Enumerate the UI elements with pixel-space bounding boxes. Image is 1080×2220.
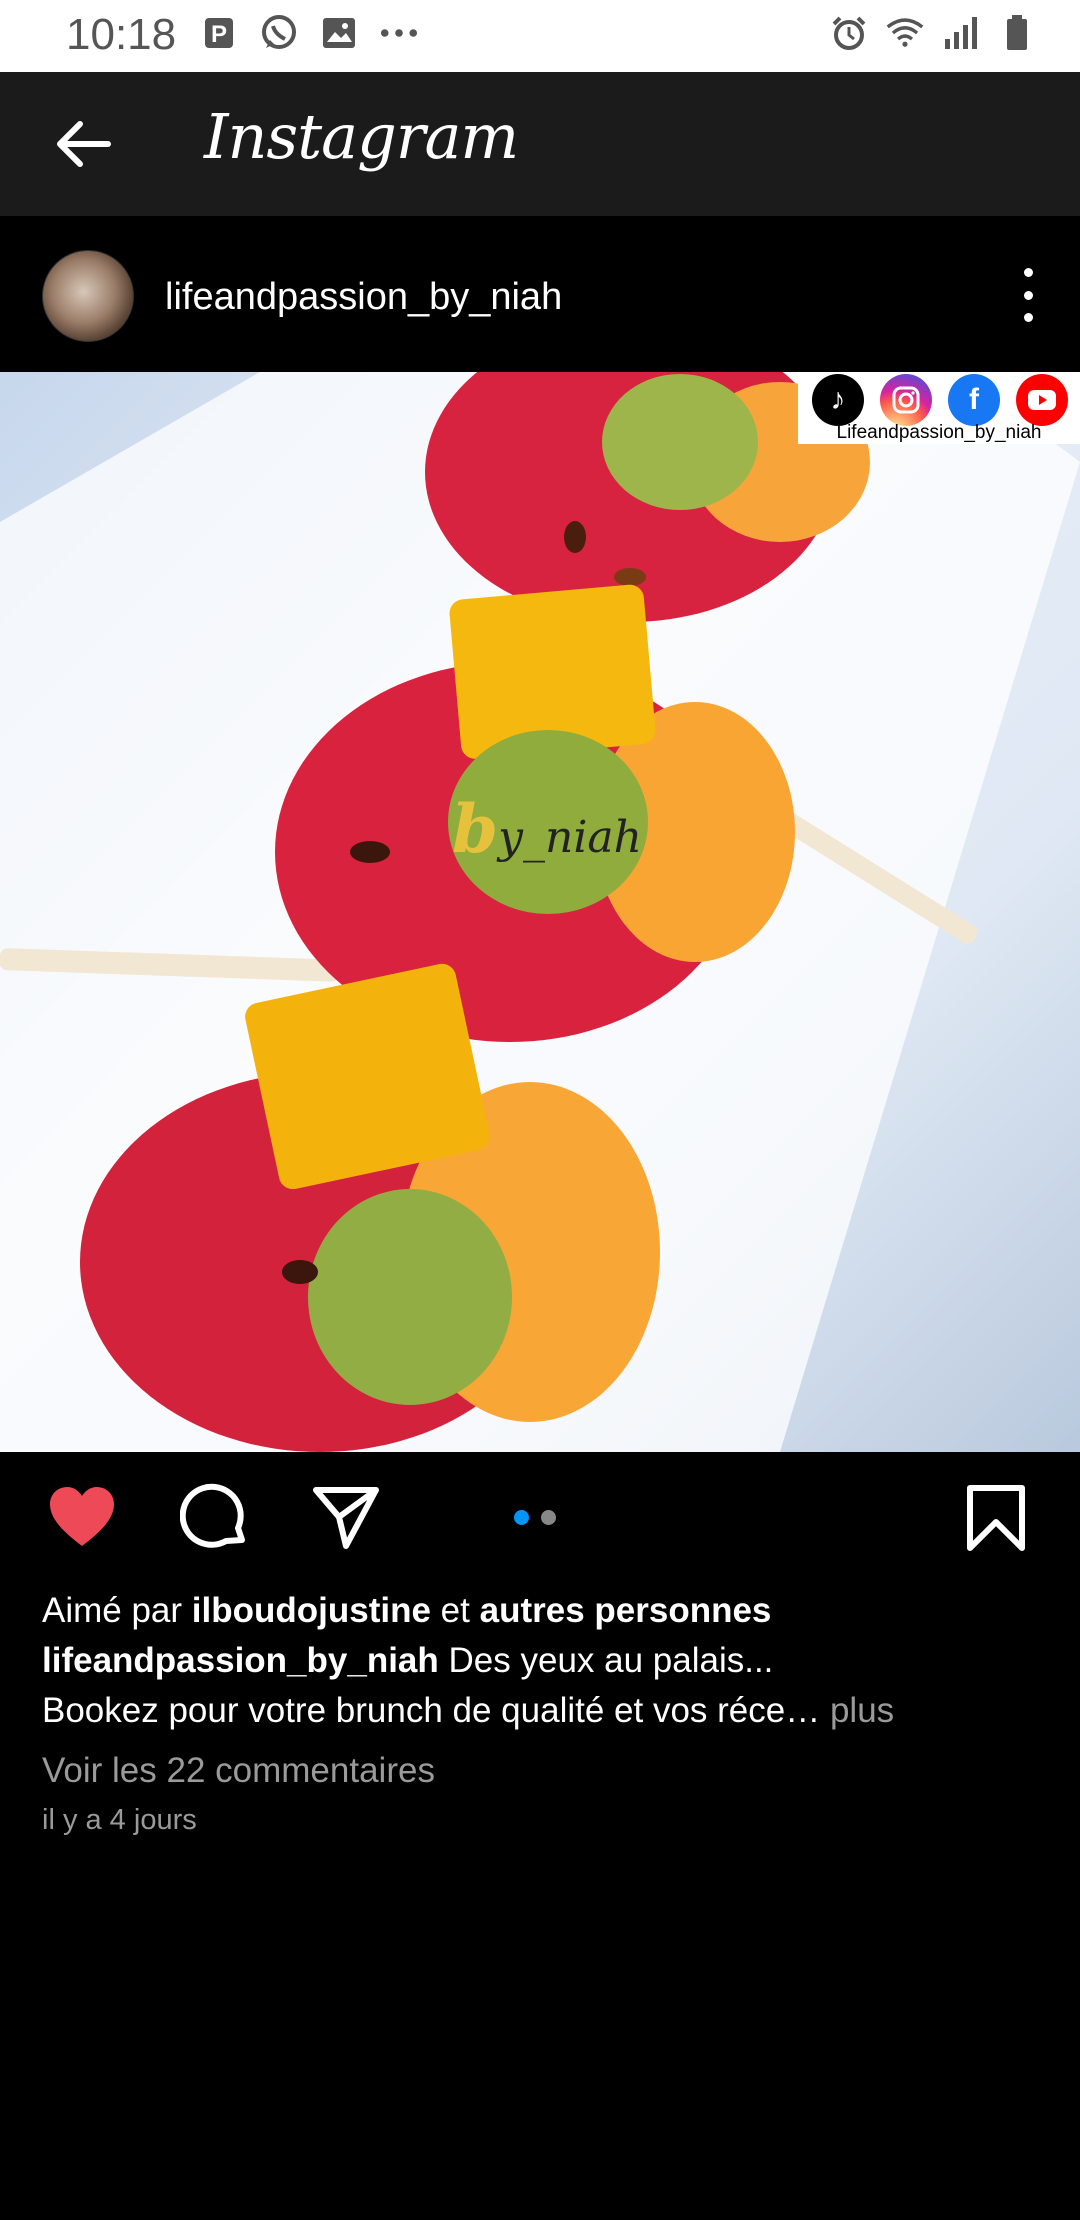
caption-text-line1: Des yeux au palais... [448, 1641, 774, 1680]
overlay-brand-letter: b [452, 790, 499, 868]
view-comments-link[interactable]: Voir les 22 commentaires [42, 1746, 1042, 1796]
svg-text:P: P [211, 21, 227, 48]
signal-icon [942, 14, 980, 52]
whatsapp-icon [260, 14, 298, 52]
liked-by-user[interactable]: ilboudojustine [192, 1591, 431, 1630]
alarm-icon [830, 14, 868, 52]
status-time: 10:18 [66, 10, 177, 59]
instagram-icon [880, 374, 932, 426]
p-icon: P [200, 14, 238, 52]
carousel-dot [541, 1510, 556, 1525]
bookmark-icon[interactable] [960, 1482, 1032, 1554]
overlay-brand: by_niah [452, 790, 642, 868]
comment-icon[interactable] [179, 1482, 252, 1554]
post-image[interactable]: ♪ f Lifeandpassion_by_niah by_niah [0, 372, 1080, 1452]
liked-by[interactable]: Aimé par ilboudojustine et autres person… [42, 1586, 1042, 1636]
fruit-skewers-illustration [0, 372, 1080, 1452]
carousel-dot-active [514, 1510, 529, 1525]
overlay-brand-text: y_niah [498, 812, 642, 863]
post-meta: Aimé par ilboudojustine et autres person… [42, 1586, 1042, 1837]
app-bar: Instagram [0, 72, 1080, 216]
status-bar: 10:18 P [0, 0, 1080, 72]
avatar[interactable] [42, 250, 134, 342]
caption-more-link[interactable]: plus [830, 1691, 894, 1730]
share-icon[interactable] [310, 1482, 382, 1554]
more-options-icon[interactable] [1010, 268, 1046, 322]
battery-icon [998, 14, 1036, 52]
youtube-icon [1016, 374, 1068, 426]
app-title: Instagram [204, 100, 519, 173]
social-watermark: ♪ f Lifeandpassion_by_niah [798, 372, 1080, 444]
caption-line2: Bookez pour votre brunch de qualité et v… [42, 1686, 1042, 1736]
liked-by-joiner: et [440, 1591, 470, 1630]
caption-text-line2: Bookez pour votre brunch de qualité et v… [42, 1691, 821, 1730]
facebook-icon: f [948, 374, 1000, 426]
liked-by-prefix: Aimé par [42, 1591, 183, 1630]
caption-username[interactable]: lifeandpassion_by_niah [42, 1641, 439, 1680]
caption: lifeandpassion_by_niah Des yeux au palai… [42, 1636, 1042, 1686]
post-header: lifeandpassion_by_niah [0, 216, 1080, 372]
heart-icon[interactable] [46, 1482, 118, 1554]
back-arrow-icon[interactable] [52, 116, 116, 172]
gallery-icon [320, 14, 358, 52]
liked-by-others[interactable]: autres personnes [480, 1591, 772, 1630]
carousel-indicator [514, 1510, 556, 1525]
more-dots-icon [380, 14, 418, 52]
post-actions [0, 1452, 1080, 1586]
wifi-icon [886, 14, 924, 52]
tiktok-icon: ♪ [812, 374, 864, 426]
post-username[interactable]: lifeandpassion_by_niah [165, 276, 562, 319]
post-timestamp: il y a 4 jours [42, 1804, 197, 1836]
watermark-text: Lifeandpassion_by_niah [836, 422, 1042, 443]
